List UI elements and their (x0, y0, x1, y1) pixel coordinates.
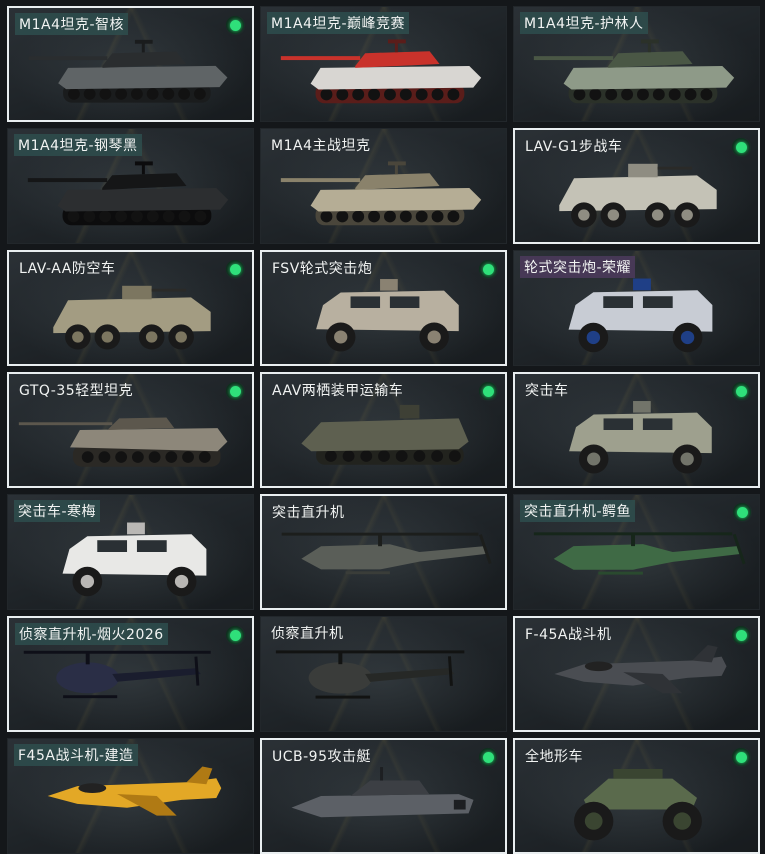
vehicle-card[interactable]: M1A4坦克-钢琴黑 (7, 128, 254, 244)
vehicle-name: M1A4坦克-智核 (15, 13, 129, 35)
vehicle-name: 突击直升机-鳄鱼 (520, 500, 636, 522)
owned-indicator-icon (226, 626, 244, 644)
owned-indicator-icon (479, 382, 497, 400)
vehicle-card[interactable]: F-45A战斗机 (513, 616, 760, 732)
owned-indicator-icon (732, 382, 750, 400)
vehicle-name: M1A4坦克-钢琴黑 (14, 134, 142, 156)
vehicle-card[interactable]: UCB-95攻击艇 (260, 738, 507, 854)
owned-indicator-icon (226, 382, 244, 400)
vehicle-card[interactable]: 侦察直升机 (260, 616, 507, 732)
owned-indicator-icon (732, 138, 750, 156)
vehicle-name: M1A4坦克-巅峰竞赛 (267, 12, 410, 34)
owned-indicator-icon (479, 260, 497, 278)
vehicle-card[interactable]: LAV-AA防空车 (7, 250, 254, 366)
vehicle-card[interactable]: AAV两栖装甲运输车 (260, 372, 507, 488)
vehicle-card[interactable]: 轮式突击炮-荣耀 (513, 250, 760, 366)
vehicle-card[interactable]: 突击车-寒梅 (7, 494, 254, 610)
owned-indicator-icon (732, 748, 750, 766)
vehicle-card[interactable]: 突击直升机 (260, 494, 507, 610)
vehicle-card[interactable]: 突击车 (513, 372, 760, 488)
vehicle-name: FSV轮式突击炮 (272, 261, 373, 277)
vehicle-card[interactable]: M1A4坦克-巅峰竞赛 (260, 6, 507, 122)
vehicle-name: M1A4坦克-护林人 (520, 12, 648, 34)
vehicle-name: LAV-G1步战车 (525, 139, 623, 155)
vehicle-name: F45A战斗机-建造 (14, 744, 138, 766)
vehicle-card[interactable]: FSV轮式突击炮 (260, 250, 507, 366)
vehicle-name: UCB-95攻击艇 (272, 749, 371, 765)
vehicle-card[interactable]: 全地形车 (513, 738, 760, 854)
vehicle-grid: M1A4坦克-智核 M1A4坦克-巅峰竞赛 M1A4坦克-护林人 M1A4坦克-钢琴黑… (0, 0, 765, 854)
vehicle-name: 突击车-寒梅 (14, 500, 101, 522)
vehicle-card[interactable]: M1A4坦克-智核 (7, 6, 254, 122)
owned-indicator-icon (733, 503, 751, 521)
vehicle-card[interactable]: GTQ-35轻型坦克 (7, 372, 254, 488)
owned-indicator-icon (732, 626, 750, 644)
vehicle-card[interactable]: F45A战斗机-建造 (7, 738, 254, 854)
owned-indicator-icon (479, 748, 497, 766)
vehicle-card[interactable]: 侦察直升机-烟火2026 (7, 616, 254, 732)
vehicle-card[interactable]: 突击直升机-鳄鱼 (513, 494, 760, 610)
vehicle-card[interactable]: M1A4主战坦克 (260, 128, 507, 244)
owned-indicator-icon (226, 16, 244, 34)
vehicle-name: 全地形车 (525, 749, 583, 765)
vehicle-card[interactable]: LAV-G1步战车 (513, 128, 760, 244)
vehicle-name: 侦察直升机 (271, 626, 344, 642)
vehicle-card[interactable]: M1A4坦克-护林人 (513, 6, 760, 122)
vehicle-name: AAV两栖装甲运输车 (272, 383, 404, 399)
owned-indicator-icon (226, 260, 244, 278)
vehicle-name: 突击车 (525, 383, 569, 399)
vehicle-name: GTQ-35轻型坦克 (19, 383, 134, 399)
vehicle-name: 突击直升机 (272, 505, 345, 521)
vehicle-name: M1A4主战坦克 (271, 138, 371, 154)
vehicle-name: F-45A战斗机 (525, 627, 612, 643)
vehicle-name: 侦察直升机-烟火2026 (15, 623, 168, 645)
vehicle-name: LAV-AA防空车 (19, 261, 116, 277)
vehicle-name: 轮式突击炮-荣耀 (520, 256, 636, 278)
